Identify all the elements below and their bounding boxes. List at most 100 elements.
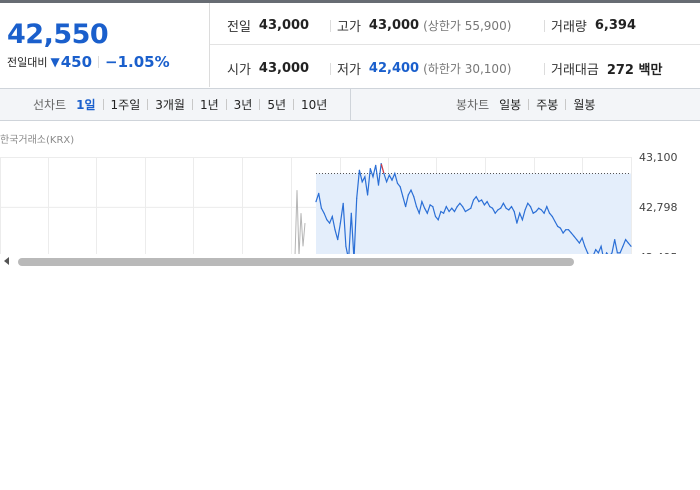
- data-point: [630, 245, 632, 247]
- line-chart-label: 선차트: [33, 98, 67, 112]
- divider: [98, 56, 100, 68]
- divider: [330, 62, 331, 75]
- stat-label: 거래량: [551, 20, 587, 35]
- chart-tab-bar: 선차트 1일 1주일 3개월 1년 3년 5년 10년 봉차트 일봉 주봉 월봉: [0, 88, 700, 121]
- data-point: [350, 212, 352, 214]
- stat-value: 6,394: [594, 18, 637, 33]
- divider: [544, 19, 545, 32]
- tab-daily-candle[interactable]: 일봉: [499, 96, 521, 113]
- data-point: [513, 210, 515, 213]
- data-point: [383, 172, 385, 175]
- data-point: [595, 249, 597, 251]
- data-point: [407, 194, 409, 196]
- data-point: [372, 176, 374, 178]
- scroll-thumb[interactable]: [18, 258, 574, 266]
- data-point: [377, 184, 380, 186]
- data-point: [464, 210, 466, 213]
- data-point: [529, 206, 532, 208]
- data-point: [456, 206, 458, 208]
- tab-monthly-candle[interactable]: 월봉: [573, 96, 595, 113]
- chart-scrollbar[interactable]: [0, 254, 700, 268]
- data-point: [361, 181, 363, 183]
- pre-market-line: [294, 190, 306, 256]
- data-point: [600, 245, 602, 247]
- tab-weekly-candle[interactable]: 주봉: [536, 96, 558, 113]
- divider: [350, 89, 351, 120]
- data-point: [554, 220, 556, 223]
- scroll-left-arrow-icon[interactable]: [4, 257, 9, 265]
- data-point: [367, 194, 369, 196]
- tab-10year[interactable]: 10년: [301, 96, 327, 113]
- tab-1year[interactable]: 1년: [200, 96, 219, 113]
- stat-value: 43,000: [258, 18, 310, 33]
- stat-label: 거래대금: [551, 63, 599, 78]
- stat-value: 272 백만: [606, 63, 663, 78]
- line-chart-tabs: 선차트 1일 1주일 3개월 1년 3년 5년 10년: [33, 89, 327, 120]
- tab-3month[interactable]: 3개월: [155, 96, 185, 113]
- data-point: [627, 242, 629, 244]
- stat-value: 43,000: [258, 61, 310, 76]
- data-point: [405, 206, 407, 208]
- data-point: [331, 215, 333, 218]
- data-point: [399, 186, 401, 188]
- divider: [210, 44, 700, 45]
- data-point: [443, 212, 445, 214]
- change-percent: −1.05%: [105, 53, 170, 71]
- divider: [225, 99, 227, 110]
- data-point: [342, 202, 344, 204]
- data-point: [467, 209, 469, 211]
- divider: [544, 62, 545, 75]
- divider: [293, 99, 295, 110]
- data-point: [510, 206, 513, 208]
- data-point: [345, 245, 347, 247]
- data-point: [448, 210, 450, 213]
- stat-prev-close: 전일 43,000: [227, 16, 309, 35]
- change-label: 전일대비: [7, 56, 48, 69]
- data-point: [483, 204, 485, 206]
- data-point: [584, 245, 586, 247]
- data-point: [516, 222, 518, 224]
- divider: [191, 99, 193, 110]
- data-point: [519, 212, 521, 214]
- data-point: [500, 207, 502, 209]
- divider: [147, 99, 149, 110]
- data-point: [535, 210, 537, 213]
- stat-value: 42,400: [368, 61, 420, 76]
- tab-3year[interactable]: 3년: [234, 96, 253, 113]
- tab-1day[interactable]: 1일: [76, 96, 95, 113]
- data-point: [481, 199, 483, 201]
- data-point: [358, 169, 360, 171]
- data-point: [323, 212, 325, 214]
- data-point: [364, 176, 366, 178]
- data-point: [369, 168, 371, 170]
- data-point: [418, 212, 420, 214]
- candle-chart-label: 봉차트: [456, 98, 490, 112]
- data-point: [548, 212, 551, 214]
- data-point: [502, 202, 504, 204]
- stat-limit: (하한가 30,100): [423, 62, 512, 76]
- data-point: [576, 239, 578, 241]
- tab-1week[interactable]: 1주일: [111, 96, 141, 113]
- stat-limit: (상한가 55,900): [423, 19, 512, 33]
- y-tick-label: 42,798: [639, 201, 678, 214]
- tab-5year[interactable]: 5년: [267, 96, 286, 113]
- stat-volume: 거래량 6,394: [544, 16, 636, 35]
- data-point: [543, 212, 545, 214]
- candle-chart-tabs: 봉차트 일봉 주봉 월봉: [456, 89, 595, 120]
- stat-label: 시가: [227, 63, 251, 78]
- data-point: [538, 207, 540, 209]
- intraday-price-chart: 43,10042,79842,495: [0, 151, 678, 256]
- data-point: [413, 196, 415, 198]
- data-point: [546, 206, 548, 208]
- data-point: [540, 209, 543, 211]
- data-point: [388, 174, 390, 176]
- stat-label: 저가: [337, 63, 361, 78]
- data-point: [559, 227, 562, 229]
- data-point: [581, 237, 583, 239]
- divider: [102, 99, 104, 110]
- data-point: [402, 196, 404, 198]
- data-point: [532, 212, 534, 214]
- data-point: [415, 206, 418, 208]
- data-point: [396, 182, 399, 184]
- data-point: [318, 192, 320, 194]
